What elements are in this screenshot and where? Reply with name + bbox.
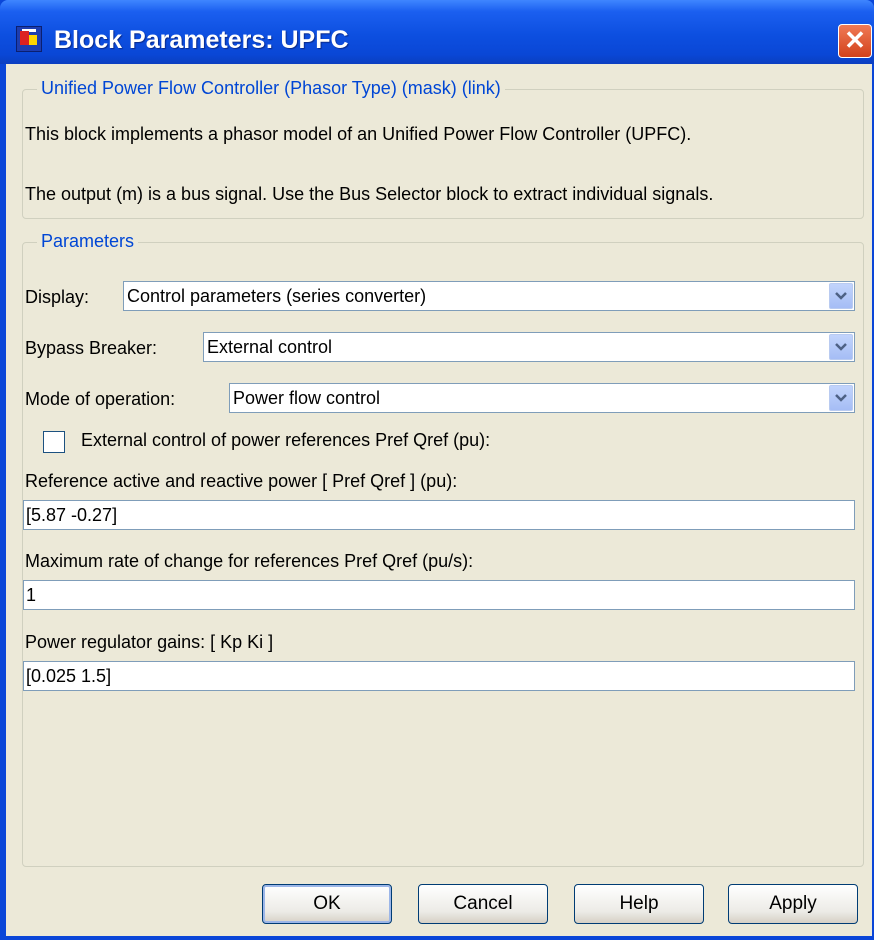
- external-control-checkbox[interactable]: [43, 431, 65, 453]
- mode-of-operation-dropdown-value: Power flow control: [233, 388, 381, 408]
- simulink-app-icon: [16, 26, 42, 52]
- reference-power-field[interactable]: [23, 500, 855, 530]
- bypass-breaker-dropdown[interactable]: External control: [203, 332, 855, 362]
- display-label: Display:: [25, 287, 90, 307]
- regulator-gains-field[interactable]: [23, 661, 855, 691]
- parameters-group-title: Parameters: [37, 231, 139, 252]
- description-group: Unified Power Flow Controller (Phasor Ty…: [22, 78, 864, 219]
- max-rate-input[interactable]: [24, 581, 854, 609]
- chevron-down-icon[interactable]: [829, 334, 853, 360]
- bypass-breaker-dropdown-value: External control: [207, 337, 333, 357]
- close-icon: ✕: [844, 25, 866, 55]
- description-group-title: Unified Power Flow Controller (Phasor Ty…: [37, 78, 505, 99]
- display-dropdown[interactable]: Control parameters (series converter): [123, 281, 855, 311]
- reference-power-input[interactable]: [24, 501, 854, 529]
- external-control-label: External control of power references Pre…: [81, 430, 491, 450]
- close-button[interactable]: ✕: [838, 24, 872, 58]
- title-bar[interactable]: Block Parameters: UPFC ✕: [0, 0, 874, 64]
- dialog-client-area: Unified Power Flow Controller (Phasor Ty…: [6, 64, 872, 936]
- chevron-down-icon[interactable]: [829, 385, 853, 411]
- apply-button[interactable]: Apply: [728, 884, 858, 924]
- mode-of-operation-dropdown[interactable]: Power flow control: [229, 383, 855, 413]
- chevron-down-icon[interactable]: [829, 283, 853, 309]
- parameters-group: Parameters Display: Control parameters (…: [22, 231, 864, 867]
- regulator-gains-label: Power regulator gains: [ Kp Ki ]: [25, 632, 274, 652]
- bypass-breaker-label: Bypass Breaker:: [25, 338, 158, 358]
- dialog-window: Block Parameters: UPFC ✕ Unified Power F…: [0, 0, 874, 940]
- description-line-2: The output (m) is a bus signal. Use the …: [25, 184, 714, 204]
- cancel-button[interactable]: Cancel: [418, 884, 548, 924]
- window-title: Block Parameters: UPFC: [54, 26, 349, 54]
- regulator-gains-input[interactable]: [24, 662, 854, 690]
- description-line-1: This block implements a phasor model of …: [25, 124, 692, 144]
- reference-power-label: Reference active and reactive power [ Pr…: [25, 471, 458, 491]
- display-dropdown-value: Control parameters (series converter): [127, 286, 427, 306]
- max-rate-label: Maximum rate of change for references Pr…: [25, 551, 474, 571]
- max-rate-field[interactable]: [23, 580, 855, 610]
- mode-of-operation-label: Mode of operation:: [25, 389, 176, 409]
- help-button[interactable]: Help: [574, 884, 704, 924]
- ok-button[interactable]: OK: [262, 884, 392, 924]
